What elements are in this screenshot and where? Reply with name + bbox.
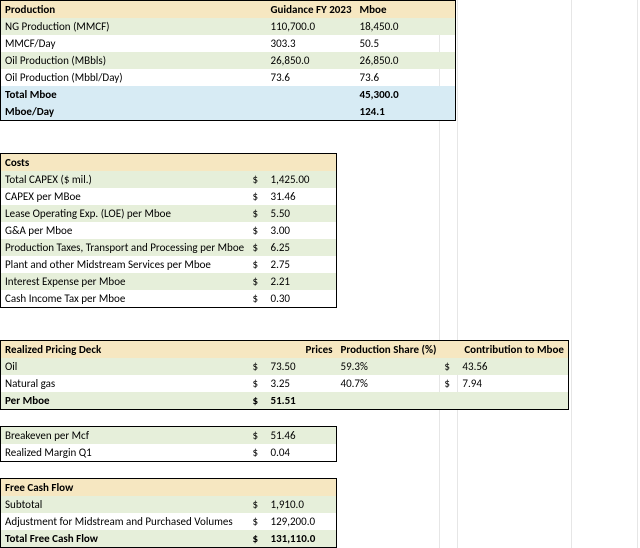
table-row: NG Production (MMCF) bbox=[1, 18, 249, 35]
production-header-mboe: Mboe bbox=[356, 1, 456, 19]
pricing-header-contrib: Contribution to Mboe bbox=[458, 341, 568, 359]
table-row: Breakeven per Mcf bbox=[1, 427, 249, 445]
fcf-table: Free Cash Flow Subtotal $ 1,910.0 Adjust… bbox=[0, 478, 337, 548]
pricing-header-prices: Prices bbox=[267, 341, 337, 359]
table-row: Oil Production (Mbbl/Day) bbox=[1, 69, 249, 86]
costs-table: Costs Total CAPEX ($ mil.) $ 1,425.00 CA… bbox=[0, 153, 337, 308]
production-header-label: Production bbox=[1, 1, 249, 19]
production-table: Production Guidance FY 2023 Mboe NG Prod… bbox=[0, 0, 456, 121]
fcf-header: Free Cash Flow bbox=[1, 479, 249, 497]
table-row: Interest Expense per Mboe bbox=[1, 273, 249, 290]
mboe-day-value: 124.1 bbox=[356, 103, 456, 121]
mboe-day-label: Mboe/Day bbox=[1, 103, 249, 121]
table-row: Cash Income Tax per Mboe bbox=[1, 290, 249, 308]
total-mboe-label: Total Mboe bbox=[1, 86, 249, 103]
table-row: MMCF/Day bbox=[1, 35, 249, 52]
pricing-table: Realized Pricing Deck Prices Production … bbox=[0, 340, 569, 410]
table-row: Plant and other Midstream Services per M… bbox=[1, 256, 249, 273]
total-fcf-value: 131,110.0 bbox=[267, 530, 337, 548]
per-mboe-value: 51.51 bbox=[267, 392, 337, 410]
per-mboe-label: Per Mboe bbox=[1, 392, 249, 410]
breakeven-table: Breakeven per Mcf $ 51.46 Realized Margi… bbox=[0, 426, 337, 462]
pricing-header-share: Production Share (%) bbox=[337, 341, 441, 359]
table-row: Lease Operating Exp. (LOE) per Mboe bbox=[1, 205, 249, 222]
table-row: Realized Margin Q1 bbox=[1, 444, 249, 462]
table-row: Natural gas bbox=[1, 375, 249, 392]
table-row: Oil bbox=[1, 358, 249, 375]
table-row: Total CAPEX ($ mil.) bbox=[1, 171, 249, 188]
total-fcf-label: Total Free Cash Flow bbox=[1, 530, 249, 548]
total-mboe-value: 45,300.0 bbox=[356, 86, 456, 103]
production-header-guidance: Guidance FY 2023 bbox=[267, 1, 356, 19]
table-row: Oil Production (MBbls) bbox=[1, 52, 249, 69]
table-row: Adjustment for Midstream and Purchased V… bbox=[1, 513, 249, 530]
table-row: Production Taxes, Transport and Processi… bbox=[1, 239, 249, 256]
table-row: Subtotal bbox=[1, 496, 249, 513]
table-row: G&A per Mboe bbox=[1, 222, 249, 239]
pricing-header-label: Realized Pricing Deck bbox=[1, 341, 249, 359]
costs-header: Costs bbox=[1, 154, 249, 172]
table-row: CAPEX per MBoe bbox=[1, 188, 249, 205]
